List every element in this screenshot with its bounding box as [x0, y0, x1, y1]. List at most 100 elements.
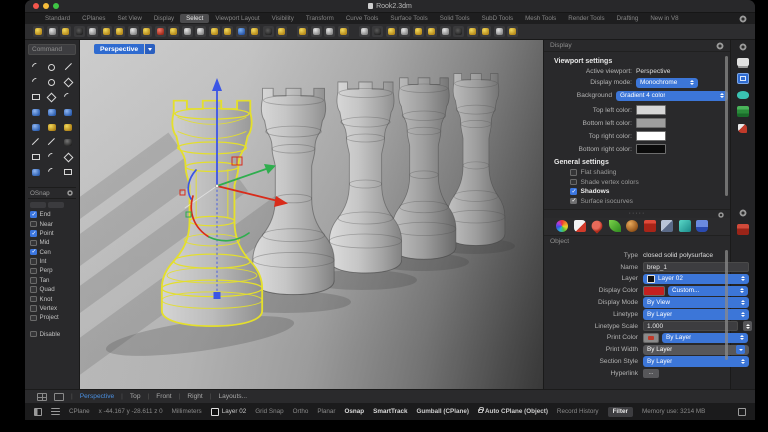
monitor-icon[interactable]	[736, 58, 749, 66]
toolbar-icon[interactable]	[439, 26, 451, 37]
record-history-toggle[interactable]: Record History	[557, 408, 599, 415]
command-input[interactable]	[28, 44, 76, 55]
viewport-title[interactable]: Perspective	[94, 44, 145, 54]
point-tool-icon[interactable]	[61, 75, 76, 89]
osnap-filter-button[interactable]	[48, 202, 64, 208]
extrude-tool-icon[interactable]	[28, 120, 43, 134]
tab-drafting[interactable]: Drafting	[611, 14, 645, 23]
name-input[interactable]	[643, 261, 749, 273]
ortho-toggle[interactable]: Ortho	[293, 408, 309, 415]
tab-transform[interactable]: Transform	[300, 14, 340, 23]
gear-icon[interactable]	[739, 14, 747, 23]
gear-icon[interactable]	[66, 189, 74, 197]
toolbar-icon[interactable]	[262, 26, 274, 37]
current-layer-button[interactable]: Layer 02	[210, 407, 246, 416]
trim-tool-icon[interactable]	[61, 135, 76, 149]
pin-icon[interactable]	[589, 218, 605, 234]
tab-top[interactable]: Top	[130, 393, 141, 400]
filter-toggle[interactable]: Filter	[607, 406, 633, 417]
osnap-cen[interactable]: Cen	[28, 248, 76, 257]
rook-2[interactable]	[252, 87, 335, 296]
gumball-origin[interactable]	[215, 184, 219, 188]
top-left-color-swatch[interactable]	[636, 105, 666, 115]
fillet-tool-icon[interactable]	[28, 135, 43, 149]
units-button[interactable]: Millimeters	[172, 408, 202, 415]
rook-1-selected[interactable]	[160, 99, 264, 328]
toolbar-icon[interactable]	[249, 26, 260, 37]
osnap-tab-button[interactable]	[30, 202, 46, 208]
toolbar-icon[interactable]	[412, 26, 424, 37]
tab-curve-tools[interactable]: Curve Tools	[340, 14, 385, 23]
gumball-z-extrude-handle[interactable]	[213, 292, 221, 299]
tab-mesh-tools[interactable]: Mesh Tools	[519, 14, 562, 23]
tab-cplanes[interactable]: CPlanes	[76, 14, 111, 23]
osnap-toggle[interactable]: Osnap	[345, 408, 365, 415]
tab-perspective[interactable]: Perspective	[80, 393, 114, 400]
tab-display[interactable]: Display	[148, 14, 180, 23]
toolbar-icon[interactable]	[87, 26, 98, 37]
tab-standard[interactable]: Standard	[39, 14, 76, 23]
tab-select[interactable]: Select	[180, 14, 210, 23]
toolbar-icon[interactable]	[297, 26, 308, 37]
texture-box-icon[interactable]	[661, 220, 673, 232]
offset-tool-icon[interactable]	[61, 90, 76, 104]
linetype-scale-input[interactable]	[643, 320, 738, 332]
osnap-point[interactable]: Point	[28, 229, 76, 238]
toolbar-icon[interactable]	[127, 26, 139, 37]
print-width-select[interactable]: By Layer	[643, 344, 749, 356]
boolean-union-icon[interactable]	[44, 120, 59, 134]
object-scrollbar[interactable]	[725, 250, 728, 360]
toolbar-icon[interactable]	[385, 26, 397, 37]
gear-icon[interactable]	[738, 43, 747, 51]
shade-vertex-colors-checkbox[interactable]: Shade vertex colors	[570, 179, 722, 186]
toolbar-icon[interactable]	[60, 26, 71, 37]
gear-icon[interactable]	[716, 41, 724, 50]
gumball-toggle[interactable]: Gumball (CPlane)	[416, 408, 468, 415]
leaf-icon[interactable]	[608, 220, 621, 232]
curve-tool-icon[interactable]	[28, 60, 43, 74]
tab-surface-tools[interactable]: Surface Tools	[384, 14, 433, 23]
toolbar-icon[interactable]	[493, 26, 505, 37]
gear-icon[interactable]	[738, 209, 747, 217]
paint-bucket-icon[interactable]	[696, 220, 708, 232]
auto-cplane-toggle[interactable]: Auto CPlane (Object)	[477, 407, 548, 415]
toolbar-icon[interactable]	[181, 26, 193, 37]
rook-4[interactable]	[391, 77, 457, 260]
toolbar-icon[interactable]	[372, 26, 383, 37]
toolbar-icon[interactable]	[507, 26, 518, 37]
toolbar-icon[interactable]	[168, 26, 179, 37]
shadows-checkbox[interactable]: Shadows	[570, 188, 722, 195]
display-mode-select[interactable]: Monochrome	[636, 77, 698, 88]
toolbar-icon[interactable]	[426, 26, 437, 37]
osnap-int[interactable]: Int	[28, 257, 76, 266]
toolbar-icon[interactable]	[480, 26, 491, 37]
osnap-vertex[interactable]: Vertex	[28, 304, 76, 313]
osnap-project[interactable]: Project	[28, 313, 76, 322]
toolbar-icon[interactable]	[73, 26, 85, 37]
toolbar-icon[interactable]	[195, 26, 206, 37]
print-color-swatch[interactable]	[643, 332, 659, 343]
gear-icon[interactable]	[717, 211, 725, 218]
boolean-difference-icon[interactable]	[61, 120, 76, 134]
stepper-control[interactable]	[743, 320, 752, 332]
polyline-tool-icon[interactable]	[61, 60, 76, 74]
osnap-knot[interactable]: Knot	[28, 294, 76, 303]
cplane-button[interactable]: CPlane	[69, 408, 90, 415]
display-color-swatch[interactable]	[643, 285, 665, 296]
toolbar-icon[interactable]	[46, 26, 58, 37]
display-mode-object-select[interactable]: By View	[643, 297, 749, 308]
osnap-mid[interactable]: Mid	[28, 238, 76, 247]
cube-icon[interactable]	[678, 220, 691, 232]
rook-3[interactable]	[328, 81, 403, 274]
sidebar-toggle-icon[interactable]	[738, 407, 746, 416]
move-tool-icon[interactable]	[28, 165, 43, 179]
surface-tool-icon[interactable]	[28, 105, 43, 119]
toolbar-icon[interactable]	[310, 26, 322, 37]
perspective-viewport[interactable]: Perspective	[80, 40, 543, 389]
viewport-single-icon[interactable]	[54, 392, 64, 401]
section-style-select[interactable]: By Layer	[643, 356, 749, 367]
tab-set-view[interactable]: Set View	[112, 14, 148, 23]
grid-snap-toggle[interactable]: Grid Snap	[255, 408, 283, 415]
osnap-near[interactable]: Near	[28, 219, 76, 228]
osnap-perp[interactable]: Perp	[28, 266, 76, 275]
